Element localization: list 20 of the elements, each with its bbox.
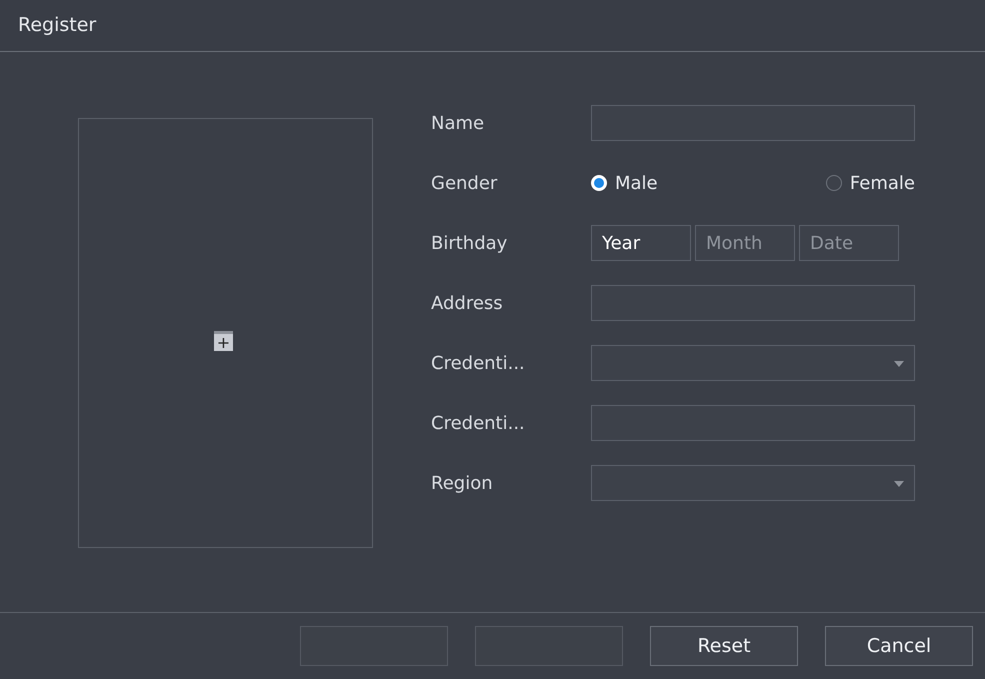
- field-label: Name: [431, 112, 484, 134]
- dropdown[interactable]: [591, 345, 915, 381]
- input-field[interactable]: [591, 285, 915, 321]
- field-label: Gender: [431, 172, 498, 194]
- dialog-button[interactable]: Reset: [650, 626, 798, 666]
- input-field[interactable]: [591, 405, 915, 441]
- field-label: Birthday: [431, 232, 508, 254]
- dialog-button[interactable]: Cancel: [825, 626, 973, 666]
- field-label: Region: [431, 472, 493, 494]
- radio-option[interactable]: Male: [591, 172, 753, 194]
- radio-option[interactable]: Female: [753, 172, 915, 194]
- field-label: Credenti...: [431, 412, 525, 434]
- field-label: Credenti...: [431, 352, 525, 374]
- input-field[interactable]: [591, 105, 915, 141]
- photo-slot[interactable]: +: [78, 118, 373, 548]
- window-title: Register: [18, 14, 96, 36]
- date-field[interactable]: Year: [591, 225, 691, 261]
- add-icon[interactable]: +: [214, 331, 233, 351]
- dropdown[interactable]: [591, 465, 915, 501]
- field-label: Address: [431, 292, 503, 314]
